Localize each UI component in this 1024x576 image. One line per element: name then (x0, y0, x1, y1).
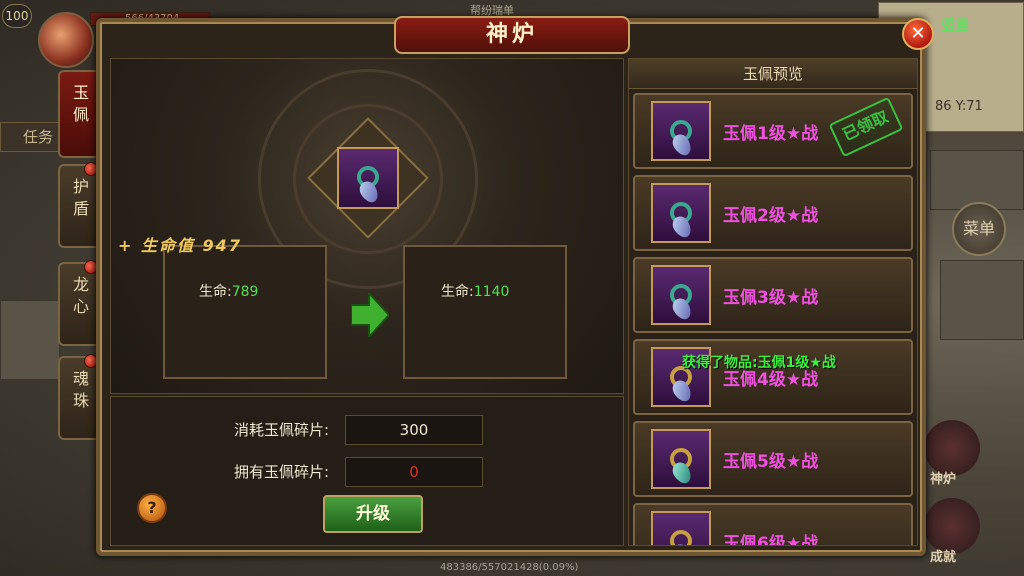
jade-item-icon (651, 511, 711, 545)
coords: 86 Y:71 (935, 99, 983, 114)
tab-soul-orb-label: 魂珠 (72, 369, 89, 410)
item-gained-toast: 获得了物品:玉佩1级★战 (682, 355, 836, 371)
next-stat-value: 1140 (473, 284, 510, 300)
building-tile (0, 300, 60, 380)
consume-label: 消耗玉佩碎片: (233, 421, 329, 439)
tab-shield-label: 护盾 (72, 177, 89, 218)
avatar[interactable] (38, 12, 94, 68)
forge-area: 生命:789 生命:1140 (110, 58, 624, 394)
own-value: 0 (345, 457, 483, 487)
menu-button[interactable]: 菜单 (952, 202, 1006, 256)
list-item[interactable]: 玉佩2级★战 (633, 175, 913, 251)
own-label: 拥有玉佩碎片: (233, 463, 329, 481)
hp-bonus-text: + 生命值 947 (118, 236, 242, 255)
task-tab[interactable]: 任务 (0, 122, 60, 152)
list-item[interactable]: 玉佩3级★战 (633, 257, 913, 333)
list-item[interactable]: 玉佩6级★战 (633, 503, 913, 546)
tab-dragon-heart-label: 龙心 (72, 275, 89, 316)
next-stat-label: 生命: (441, 284, 474, 300)
experience-status: 483386/557021428(0.09%) (440, 562, 579, 573)
next-stat-line: 生命:1140 (441, 281, 509, 301)
level-badge: 100 (2, 4, 32, 28)
current-stat-line: 生命:789 (199, 281, 258, 301)
achievement-icon-label: 成就 (930, 550, 957, 565)
jade-item-icon (651, 183, 711, 243)
close-button[interactable]: ✕ (902, 18, 934, 50)
claimed-stamp: 已领取 (828, 96, 904, 158)
item-name: 玉佩5级★战 (723, 452, 819, 472)
jade-item-icon (651, 265, 711, 325)
map-name: 盟重 (941, 18, 969, 34)
list-item[interactable]: 玉佩4级★战 (633, 339, 913, 415)
preview-header: 玉佩预览 (629, 59, 917, 89)
item-name: 玉佩1级★战 (723, 124, 819, 144)
current-jade-slot[interactable] (337, 147, 399, 209)
arrow-right-icon (351, 293, 389, 337)
help-button[interactable]: ? (137, 493, 167, 523)
jade-item-icon (651, 429, 711, 489)
building-tile (930, 150, 1024, 210)
panel-title: 神炉 (394, 16, 630, 54)
building-tile (940, 260, 1024, 340)
list-item[interactable]: 玉佩5级★战 (633, 421, 913, 497)
consume-value: 300 (345, 415, 483, 445)
forge-icon-label: 神炉 (930, 472, 957, 487)
current-stat-label: 生命: (199, 284, 232, 300)
current-stat-value: 789 (231, 284, 259, 300)
item-name: 玉佩2级★战 (723, 206, 819, 226)
list-item[interactable]: 玉佩1级★战 已领取 (633, 93, 913, 169)
next-stat-box: 生命:1140 (403, 245, 567, 379)
current-stat-box: 生命:789 (163, 245, 327, 379)
jade-item-icon (651, 101, 711, 161)
item-name: 玉佩3级★战 (723, 288, 819, 308)
upgrade-button[interactable]: 升级 (323, 495, 423, 533)
cost-area: 消耗玉佩碎片: 300 拥有玉佩碎片: 0 ? 升级 (110, 396, 624, 546)
tab-jade-label: 玉佩 (72, 83, 89, 124)
item-name: 玉佩6级★战 (723, 534, 819, 546)
jade-preview-list[interactable]: 玉佩预览 玉佩1级★战 已领取 玉佩2级★战 玉佩3级★战 玉佩4级★战 玉佩5… (628, 58, 918, 546)
